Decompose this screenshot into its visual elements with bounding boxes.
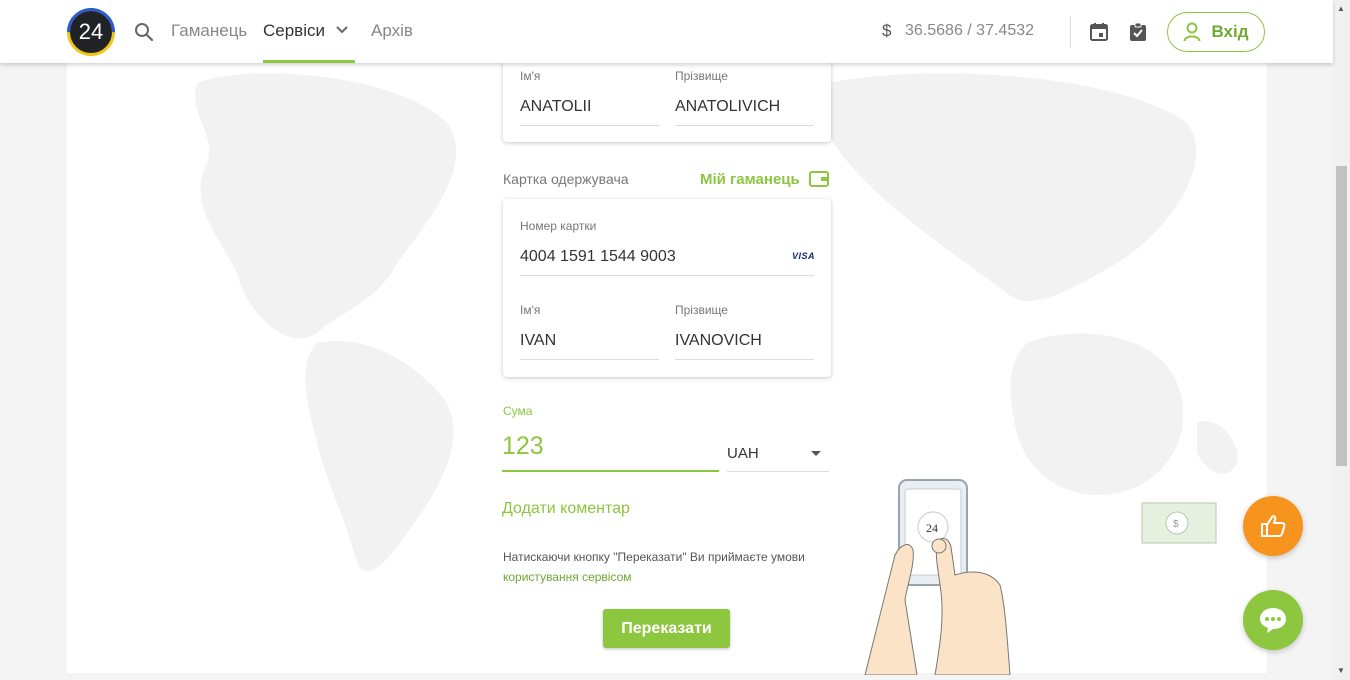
card-number-input[interactable]: 4004 1591 1544 9003: [520, 248, 676, 266]
nav-active-indicator: [263, 60, 355, 63]
phone-hands-illustration: 24: [864, 479, 1011, 675]
amount-input[interactable]: 123: [502, 432, 544, 461]
visa-icon: VISA: [792, 251, 816, 261]
recipient-last-name-input[interactable]: IVANOVICH: [675, 332, 762, 350]
recipient-first-name-underline: [520, 359, 659, 360]
clipboard-check-icon[interactable]: [1129, 22, 1147, 42]
svg-text:$: $: [1173, 519, 1179, 530]
my-wallet-link[interactable]: Мій гаманець: [700, 171, 800, 188]
user-icon: [1183, 22, 1201, 42]
terms-link[interactable]: користування сервісом: [503, 570, 632, 584]
chat-bubble-icon: [1260, 608, 1286, 633]
login-button[interactable]: Вхід: [1167, 12, 1265, 52]
sender-first-name-label: Ім'я: [520, 69, 541, 83]
currency-select[interactable]: UAH: [727, 445, 759, 462]
scroll-up-icon[interactable]: ▲: [1337, 4, 1345, 13]
terms-prefix: Натискаючи кнопку "Переказати" Ви прийма…: [503, 550, 805, 564]
recipient-section-label: Картка одержувача: [503, 171, 629, 187]
wallet-icon[interactable]: [809, 170, 829, 188]
top-header: 24 Гаманець Сервіси Архів $ 36.5686 / 37…: [0, 0, 1333, 63]
sender-last-name-input[interactable]: ANATOLIVICH: [675, 98, 780, 116]
amount-label: Сума: [503, 404, 533, 418]
nav-services[interactable]: Сервіси: [263, 21, 325, 41]
illustration-text: 24: [926, 521, 938, 535]
exchange-rate[interactable]: 36.5686 / 37.4532: [905, 22, 1034, 40]
chat-button[interactable]: [1243, 590, 1303, 650]
chevron-down-icon[interactable]: [335, 25, 349, 35]
scroll-down-icon[interactable]: ▼: [1337, 666, 1345, 675]
recipient-first-name-input[interactable]: IVAN: [520, 332, 556, 350]
transfer-button[interactable]: Переказати: [603, 609, 730, 648]
banknote-icon: $: [1141, 502, 1217, 544]
currency-underline: [727, 471, 829, 472]
recipient-last-name-underline: [675, 359, 814, 360]
thumbs-up-icon: [1261, 515, 1286, 537]
card-number-label: Номер картки: [520, 219, 597, 233]
header-divider: [1070, 16, 1071, 48]
privat24-logo[interactable]: 24: [67, 8, 115, 56]
add-comment-link[interactable]: Додати коментар: [502, 500, 630, 518]
calendar-icon[interactable]: [1089, 22, 1109, 42]
terms-text: Натискаючи кнопку "Переказати" Ви прийма…: [503, 547, 823, 587]
sender-last-name-underline: [675, 125, 814, 126]
recipient-first-name-label: Ім'я: [520, 303, 541, 317]
logo-text: 24: [78, 19, 104, 44]
dollar-icon: $: [882, 21, 892, 40]
sender-first-name-input[interactable]: ANATOLII: [520, 98, 591, 116]
amount-underline: [502, 470, 719, 472]
search-icon[interactable]: [134, 22, 154, 42]
login-label: Вхід: [1211, 22, 1249, 41]
recipient-last-name-label: Прізвище: [675, 303, 728, 317]
scrollbar-thumb[interactable]: [1336, 166, 1347, 466]
feedback-like-button[interactable]: [1243, 496, 1303, 556]
card-number-underline: [520, 275, 814, 276]
sender-first-name-underline: [520, 125, 659, 126]
nav-archive[interactable]: Архів: [371, 21, 413, 41]
nav-wallet[interactable]: Гаманець: [171, 21, 247, 41]
dropdown-arrow-icon[interactable]: [811, 451, 821, 456]
sender-last-name-label: Прізвище: [675, 69, 728, 83]
